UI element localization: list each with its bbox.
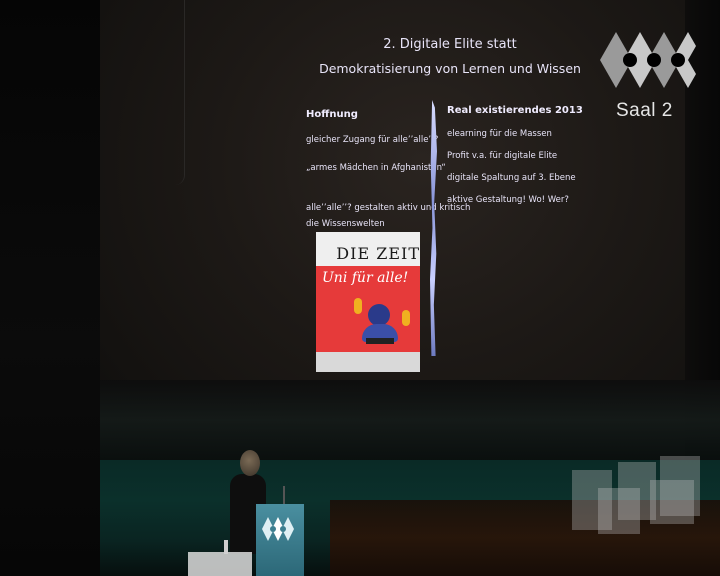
left-line-1: gleicher Zugang für alle’’alle’’? <box>306 135 439 145</box>
right-line-4: aktive Gestaltung! Wo! Wer? <box>447 195 569 205</box>
venue-logo-icon <box>600 32 696 88</box>
stage-backdrop <box>100 380 720 460</box>
newspaper-banner: Uni für alle! <box>322 270 409 286</box>
water-bottle <box>224 540 228 554</box>
laptop-icon <box>366 338 394 344</box>
person-icon <box>354 298 362 314</box>
left-line-3: alle’’alle’’? gestalten aktiv und kritis… <box>306 203 471 213</box>
left-line-4: die Wissenswelten <box>306 219 385 229</box>
chair <box>650 480 694 524</box>
left-line-2: „armes Mädchen in Afghanistan“ <box>306 163 446 173</box>
chair <box>598 488 640 534</box>
newspaper-masthead: DIE ZEIT <box>336 244 420 263</box>
microphone <box>283 486 285 506</box>
newspaper-footer <box>316 352 420 372</box>
slide-title-line1: 2. Digitale Elite statt <box>383 37 517 52</box>
right-line-2: Profit v.a. für digitale Elite <box>447 151 558 161</box>
hanging-cable <box>172 0 185 185</box>
podium-logo-icon <box>262 517 294 541</box>
side-table <box>188 552 252 576</box>
left-wall <box>0 0 100 576</box>
right-line-1: elearning für die Massen <box>447 129 552 139</box>
person-icon <box>402 310 410 326</box>
speaker-head <box>240 450 260 476</box>
figure-head <box>368 304 390 326</box>
channel-label: Saal 2 <box>616 100 673 121</box>
stage-scene: 2. Digitale Elite statt Demokratisierung… <box>0 0 720 576</box>
right-column-heading: Real existierendes 2013 <box>447 105 583 116</box>
right-line-3: digitale Spaltung auf 3. Ebene <box>447 173 576 183</box>
slide-title-line2: Demokratisierung von Lernen und Wissen <box>319 61 581 76</box>
left-column-heading: Hoffnung <box>306 109 358 120</box>
newspaper-image: DIE ZEIT Uni für alle! <box>316 232 420 372</box>
